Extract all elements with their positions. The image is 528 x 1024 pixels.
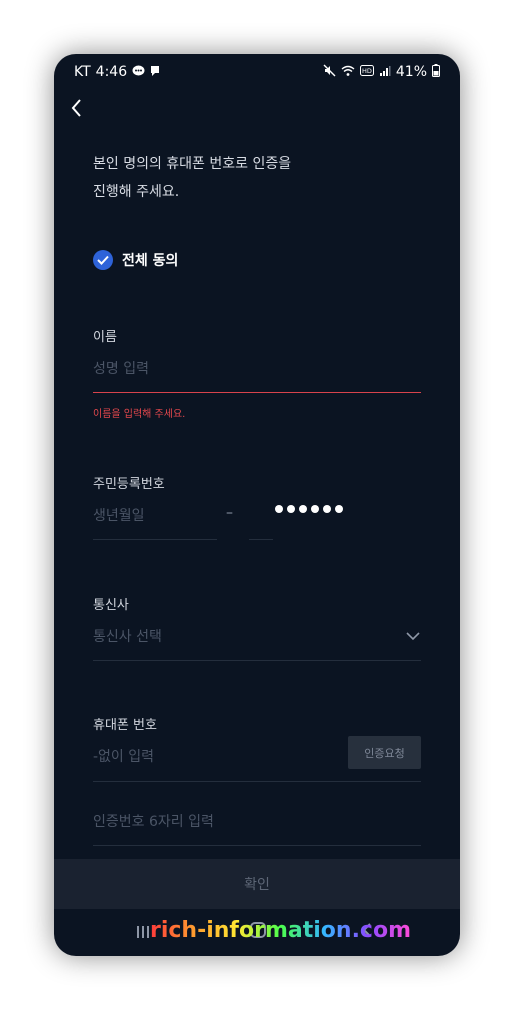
name-underline	[93, 392, 421, 393]
mute-icon	[323, 64, 336, 80]
chat-bubble-icon	[132, 65, 145, 80]
intro-text: 본인 명의의 휴대폰 번호로 인증을 진행해 주세요.	[93, 150, 413, 206]
signal-icon	[379, 65, 391, 80]
recent-apps-icon[interactable]	[136, 924, 150, 938]
request-verification-button[interactable]: 인증요청	[348, 736, 421, 769]
birthdate-underline	[93, 539, 217, 540]
mask-dot	[311, 505, 319, 513]
phone-screen: KT 4:46 HD 41% 본인 명의의 휴대폰 번호로 인증을 진행해 주세…	[54, 54, 460, 956]
status-left: KT 4:46	[74, 64, 160, 80]
name-input[interactable]	[93, 353, 420, 385]
resident-separator: –	[226, 505, 233, 521]
agree-all-label: 전체 동의	[122, 253, 179, 269]
wifi-icon	[341, 65, 355, 80]
phone-input[interactable]	[93, 741, 333, 773]
status-bar: KT 4:46 HD 41%	[54, 54, 460, 90]
verification-underline	[93, 845, 421, 846]
agree-all-checkbox[interactable]: 전체 동의	[93, 250, 178, 270]
watermark-text: rich-information.com	[150, 918, 412, 943]
message-icon	[150, 65, 160, 80]
carrier-select-label: 통신사	[93, 598, 129, 613]
mask-dot	[335, 505, 343, 513]
clock: 4:46	[95, 64, 128, 80]
phone-underline	[93, 781, 421, 782]
carrier-select[interactable]: 통신사 선택	[93, 621, 420, 653]
battery-icon	[432, 64, 440, 80]
mask-dot	[275, 505, 283, 513]
status-right: HD 41%	[323, 64, 440, 80]
chevron-down-icon[interactable]	[404, 628, 422, 642]
carrier-underline	[93, 660, 421, 661]
hd-icon: HD	[359, 65, 374, 79]
mask-dot	[287, 505, 295, 513]
phone-label: 휴대폰 번호	[93, 718, 157, 733]
intro-line-1: 본인 명의의 휴대폰 번호로 인증을	[93, 156, 292, 172]
masked-digits	[275, 505, 343, 513]
battery-percent: 41%	[395, 64, 427, 80]
resident-number-label: 주민등록번호	[93, 477, 165, 492]
chevron-left-icon	[71, 99, 81, 117]
mask-dot	[299, 505, 307, 513]
name-label: 이름	[93, 330, 117, 345]
verification-code-input[interactable]	[93, 806, 420, 838]
carrier-label: KT	[74, 64, 91, 80]
gender-digit-underline	[249, 539, 273, 540]
svg-text:HD: HD	[362, 67, 372, 75]
name-error-message: 이름을 입력해 주세요.	[93, 409, 186, 420]
intro-line-2: 진행해 주세요.	[93, 184, 180, 200]
mask-dot	[323, 505, 331, 513]
check-icon	[93, 250, 113, 270]
back-button[interactable]	[66, 96, 90, 120]
birthdate-input[interactable]	[93, 500, 213, 532]
confirm-button[interactable]: 확인	[54, 859, 460, 909]
